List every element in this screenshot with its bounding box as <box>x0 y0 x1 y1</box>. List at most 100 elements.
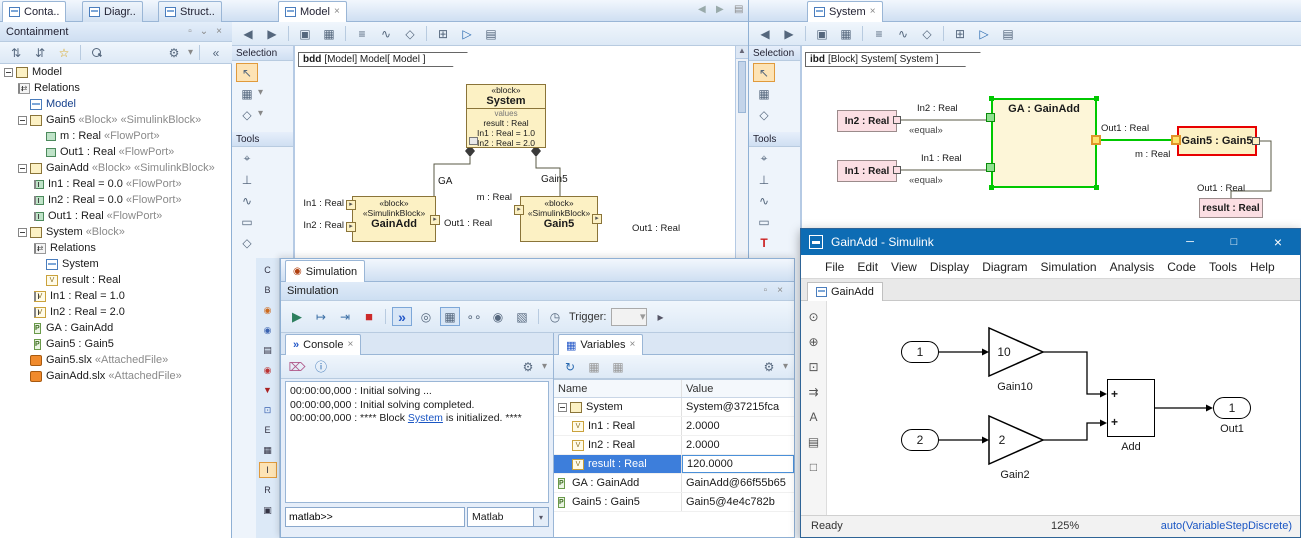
tree-item-model-root[interactable]: Model <box>0 64 231 80</box>
toolbar-table-icon[interactable]: ▤ <box>998 24 1018 43</box>
tab-console[interactable]: » Console × <box>285 334 361 355</box>
port-in1[interactable] <box>346 200 356 210</box>
dock-icon[interactable]: ▤ <box>259 342 277 358</box>
tools-section-header[interactable]: Tools <box>232 132 293 147</box>
sticky-tool-icon[interactable]: ▦ <box>236 84 258 103</box>
tool-icon[interactable]: ⊥ <box>236 170 258 189</box>
animation-speed-icon[interactable]: ◎ <box>416 307 436 326</box>
column-value[interactable]: Value <box>682 383 794 395</box>
close-tab-icon[interactable]: × <box>334 7 340 17</box>
system-link[interactable]: System <box>408 412 443 424</box>
inport-block-1[interactable]: 1 <box>901 341 939 363</box>
expander-icon[interactable] <box>18 116 27 125</box>
trigger-select[interactable]: ▾ <box>611 308 647 326</box>
toolbar-grid-icon[interactable]: ▦ <box>836 24 856 43</box>
toolbar-forward-icon[interactable]: ▶ <box>779 24 799 43</box>
menu-analysis[interactable]: Analysis <box>1110 260 1155 274</box>
collapse-all-icon[interactable]: ⇵ <box>30 43 50 62</box>
tree-item-gain5-part[interactable]: Gain5 : Gain5 <box>0 336 231 352</box>
part-gain5[interactable]: Gain5 : Gain5 <box>1177 126 1257 156</box>
simulink-title-bar[interactable]: GainAdd - Simulink ─ □ × <box>801 229 1300 255</box>
viewmarks-icon[interactable]: □ <box>805 458 823 476</box>
tree-item-gain5-slx[interactable]: Gain5.slx«AttachedFile» <box>0 352 231 368</box>
dock-breakpoints-icon[interactable]: B <box>259 282 277 298</box>
sticky-tool-icon[interactable]: ▦ <box>753 84 775 103</box>
port-in2[interactable] <box>346 222 356 232</box>
tree-item-in2-value[interactable]: In2 : Real = 2.0 <box>0 304 231 320</box>
vertical-scrollbar[interactable]: ▲ <box>735 46 748 258</box>
tab-diagrams[interactable]: Diagr.. <box>82 1 143 22</box>
toolbar-run-icon[interactable]: ▷ <box>974 24 994 43</box>
tool-icon[interactable]: ◇ <box>236 233 258 252</box>
close-tab-icon[interactable]: × <box>870 7 876 17</box>
selection-handle[interactable] <box>1094 185 1099 190</box>
menu-display[interactable]: Display <box>930 260 969 274</box>
toolbar-path-icon[interactable]: ∿ <box>376 24 396 43</box>
step-over-icon[interactable]: ↦ <box>311 307 331 326</box>
tree-item-in1-value[interactable]: In1 : Real = 1.0 <box>0 288 231 304</box>
selection-handle[interactable] <box>1094 96 1099 101</box>
expander-icon[interactable] <box>558 403 567 412</box>
tree-item-model-diagram[interactable]: Model <box>0 96 231 112</box>
port-icon[interactable] <box>986 113 995 122</box>
expand-all-icon[interactable]: ⇅ <box>6 43 26 62</box>
tree-item-system-diagram[interactable]: System <box>0 256 231 272</box>
menu-edit[interactable]: Edit <box>857 260 878 274</box>
port-out1[interactable] <box>592 214 602 224</box>
selection-section-header[interactable]: Selection <box>232 46 293 61</box>
zoom-icon[interactable]: ⊕ <box>805 333 823 351</box>
dock-console-icon[interactable]: C <box>259 262 277 278</box>
tool-icon[interactable]: ▭ <box>236 212 258 231</box>
toolbar-path-icon[interactable]: ∿ <box>893 24 913 43</box>
table-row-system[interactable]: System System@37215fca <box>554 398 794 417</box>
console-log[interactable]: 00:00:00,000 : Initial solving ... 00:00… <box>285 381 549 503</box>
dock-icon[interactable]: E <box>259 422 277 438</box>
gear-icon[interactable]: ⚙ <box>518 357 538 376</box>
tree-item-out1-port[interactable]: Out1 : Real«FlowPort» <box>0 144 231 160</box>
tree-item-in1-port[interactable]: In1 : Real = 0.0«FlowPort» <box>0 176 231 192</box>
table-row-in1[interactable]: In1 : Real 2.0000 <box>554 417 794 436</box>
trigger-clock-icon[interactable]: ◷ <box>545 307 565 326</box>
tools-section-header[interactable]: Tools <box>749 132 800 147</box>
stop-icon[interactable]: ■ <box>359 307 379 326</box>
float-icon[interactable]: ▫ <box>764 286 768 296</box>
tree-item-gainadd-slx[interactable]: GainAdd.slx«AttachedFile» <box>0 368 231 384</box>
tree-item-relations2[interactable]: Relations <box>0 240 231 256</box>
table-row-ga[interactable]: GA : GainAdd GainAdd@66f55b65 <box>554 474 794 493</box>
port-icon-selected[interactable] <box>1091 135 1101 145</box>
menu-help[interactable]: Help <box>1250 260 1275 274</box>
tab-variables[interactable]: ▦ Variables × <box>558 334 643 355</box>
gear-dropdown-icon[interactable]: ▾ <box>188 48 193 58</box>
tab-model-diagram[interactable]: Model × <box>278 1 347 22</box>
part-in2[interactable]: In2 : Real <box>837 110 897 132</box>
dock-icon[interactable]: ◉ <box>259 322 277 338</box>
dock-instance-icon[interactable]: I <box>259 462 277 478</box>
tool-icon[interactable]: ⊥ <box>753 170 775 189</box>
toolbar-grid-icon[interactable]: ▦ <box>319 24 339 43</box>
collapse-panel-icon[interactable]: « <box>206 43 226 62</box>
gear-icon[interactable]: ⚙ <box>759 357 779 376</box>
tree-item-result-value[interactable]: result : Real <box>0 272 231 288</box>
part-ga-gainadd[interactable]: GA : GainAdd <box>991 98 1097 188</box>
cursor-tool-icon[interactable]: ↖ <box>753 63 775 82</box>
tab-list-icon[interactable]: ▤ <box>734 5 743 15</box>
shape-tool-icon[interactable]: ◇ <box>236 105 258 124</box>
close-panel-icon[interactable]: × <box>777 286 783 296</box>
port-icon-selected[interactable] <box>1171 135 1181 145</box>
minimize-window-icon[interactable]: ─ <box>1168 229 1212 255</box>
expander-icon[interactable] <box>18 84 20 93</box>
port-icon[interactable] <box>1252 137 1260 145</box>
toolbar-add-icon[interactable]: ⊞ <box>950 24 970 43</box>
dock-icon[interactable]: ▼ <box>259 382 277 398</box>
port-icon[interactable] <box>893 166 901 174</box>
table-row-gain5[interactable]: Gain5 : Gain5 Gain5@4e4c782b <box>554 493 794 512</box>
toolbar-image-icon[interactable]: ▣ <box>812 24 832 43</box>
table-view-icon[interactable]: ▦ <box>584 357 604 376</box>
port-icon[interactable] <box>986 163 995 172</box>
part-result[interactable]: result : Real <box>1199 198 1263 218</box>
export-icon[interactable]: ▧ <box>512 307 532 326</box>
table-row-result-selected[interactable]: result : Real 120.0000 <box>554 455 794 474</box>
toolbar-forward-icon[interactable]: ▶ <box>262 24 282 43</box>
tree-item-m-port[interactable]: m : Real«FlowPort» <box>0 128 231 144</box>
scroll-up-icon[interactable]: ▲ <box>736 46 748 59</box>
